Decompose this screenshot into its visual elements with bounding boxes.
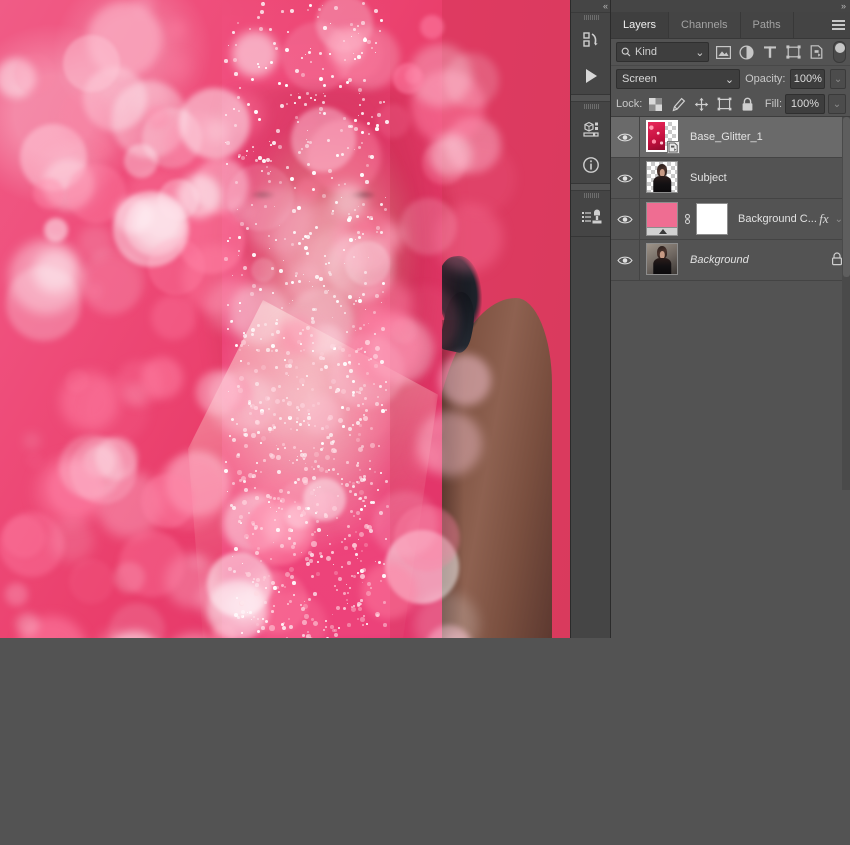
eye-icon [617,256,633,264]
layer-effects-badge[interactable]: fx [819,211,828,227]
collapsed-panel-rail: « [570,0,611,638]
layer-thumbnail[interactable] [646,120,680,154]
fill-input[interactable]: 100% [785,94,825,114]
rail-grip[interactable] [571,191,611,200]
chevron-down-icon: ⌄ [832,98,842,110]
filter-shape-icon[interactable] [784,42,803,62]
layer-list-empty-area[interactable] [611,490,850,845]
tab-channels[interactable]: Channels [669,12,741,38]
panel-menu-icon[interactable] [825,12,850,38]
filter-kind-select[interactable]: Kind ⌄ [616,42,710,62]
actions-play-icon[interactable] [571,58,611,94]
table-row[interactable]: Background [611,240,850,281]
layer-fill-thumbnail[interactable] [646,202,680,236]
rail-group-history-actions [571,12,611,95]
clone-source-icon[interactable] [571,200,611,236]
gradient-slider [646,228,678,236]
fill-color-swatch [646,202,678,228]
tab-layers[interactable]: Layers [611,12,670,38]
filter-type-icon[interactable] [760,42,779,62]
layer-visibility-toggle[interactable] [611,117,640,157]
tab-paths-label: Paths [752,19,781,31]
tab-layers-label: Layers [623,19,657,31]
layer-visibility-toggle[interactable] [611,199,640,239]
panel-expand-glyph: » [840,1,846,11]
table-row[interactable]: Subject [611,158,850,199]
blend-mode-row: Screen ⌄ Opacity: 100% ⌄ [611,66,850,92]
fill-stepper[interactable]: ⌄ [828,94,846,114]
layer-name[interactable]: Subject [690,172,727,184]
layer-name[interactable]: Background [690,254,749,266]
lock-artboard-nesting-icon[interactable] [714,95,734,113]
layer-list-area: Base_Glitter_1 Subject Background C... f… [611,117,850,490]
eye-icon [617,174,633,182]
filter-enable-toggle[interactable] [832,41,847,63]
layer-thumbnail[interactable] [646,243,680,277]
layer-visibility-toggle[interactable] [611,158,640,198]
filter-pixel-icon[interactable] [713,42,732,62]
table-row[interactable]: Base_Glitter_1 [611,117,850,158]
layer-filter-row: Kind ⌄ [611,39,850,66]
rail-group-clone-source [571,190,611,237]
rail-grip[interactable] [571,102,611,111]
filter-adjustment-icon[interactable] [737,42,756,62]
photoshop-window: « » Layers Channels Paths Kind ⌄ Screen … [0,0,850,845]
panel-expand-bar[interactable]: » [611,0,850,12]
table-row[interactable]: Background C... fx ⌄ [611,199,850,240]
lock-row: Lock: Fill: 100% ⌄ [611,92,850,117]
layer-mask-thumbnail[interactable] [696,203,728,235]
mask-link-icon[interactable] [680,212,694,226]
panel-tab-bar: Layers Channels Paths [611,12,850,39]
layer-visibility-toggle[interactable] [611,240,640,280]
lock-position-icon[interactable] [691,95,711,113]
image-canvas[interactable] [0,0,570,638]
fill-label: Fill: [764,98,782,110]
layer-thumbnail[interactable] [646,161,680,195]
layers-scrollbar-thumb[interactable] [843,117,850,277]
history-icon[interactable] [571,22,611,58]
eye-icon [617,215,633,223]
blend-mode-select[interactable]: Screen ⌄ [616,69,741,89]
properties-3d-icon[interactable] [571,111,611,147]
rail-collapse-glyph: « [602,1,608,11]
lock-all-icon[interactable] [737,95,757,113]
eye-icon [617,133,633,141]
rail-collapse-button[interactable]: « [571,0,611,12]
fill-value: 100% [790,98,820,110]
info-icon[interactable] [571,147,611,183]
filter-smartobject-icon[interactable] [807,42,826,62]
lock-transparent-pixels-icon[interactable] [645,95,665,113]
lock-image-pixels-icon[interactable] [668,95,688,113]
opacity-label: Opacity: [745,73,786,85]
tab-paths[interactable]: Paths [740,12,794,38]
layers-panel: » Layers Channels Paths Kind ⌄ Screen ⌄ … [610,0,850,845]
opacity-stepper[interactable]: ⌄ [830,69,846,89]
chevron-down-icon: ⌄ [724,73,735,86]
opacity-value: 100% [793,73,822,85]
rail-group-properties-info [571,101,611,184]
chevron-down-icon: ⌄ [833,73,843,85]
layer-list: Base_Glitter_1 Subject Background C... f… [611,117,850,281]
chevron-down-icon: ⌄ [695,46,705,59]
layers-scrollbar[interactable] [842,117,850,490]
layer-name[interactable]: Base_Glitter_1 [690,131,763,143]
smart-object-badge [667,141,680,154]
layer-name[interactable]: Background C... [738,213,817,225]
filter-kind-label: Kind [635,46,658,58]
blend-mode-value: Screen [622,73,657,85]
search-icon [621,47,631,57]
opacity-input[interactable]: 100% [790,69,826,89]
lock-label: Lock: [616,98,643,110]
rail-grip[interactable] [571,13,611,22]
canvas-sparkles [0,0,570,638]
tab-channels-label: Channels [681,19,728,31]
